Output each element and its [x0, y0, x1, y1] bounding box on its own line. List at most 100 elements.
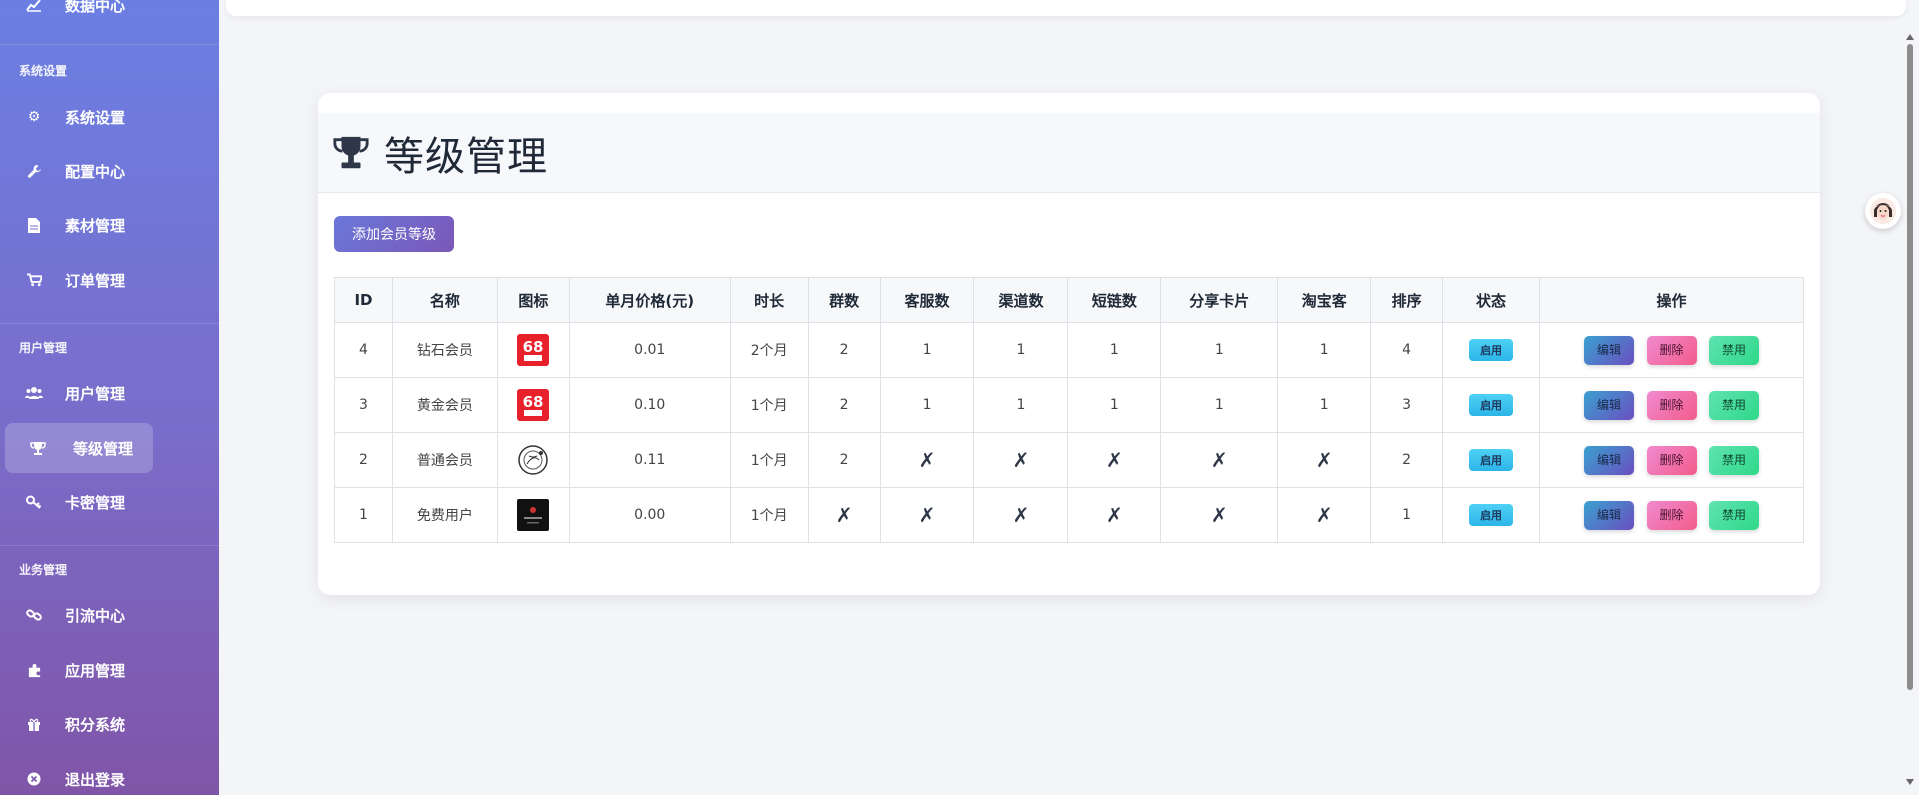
sidebar-item-label: 等级管理	[73, 439, 134, 458]
users-icon	[25, 384, 43, 402]
delete-button[interactable]: 删除	[1646, 390, 1697, 420]
sidebar-item-data-center[interactable]: 数据中心	[0, 0, 219, 30]
col-header-channels: 渠道数	[973, 277, 1069, 323]
cell-name: 普通会员	[391, 432, 498, 488]
edit-button[interactable]: 编辑	[1584, 335, 1635, 365]
disable-button[interactable]: 禁用	[1708, 390, 1759, 420]
sidebar-item-level-management[interactable]: 等级管理	[5, 423, 153, 473]
table-header-row: ID 名称 图标 单月价格(元) 时长 群数 客服数 渠道数 短链数 分享卡片 …	[334, 277, 1804, 323]
col-header-actions: 操作	[1539, 277, 1804, 323]
avatar[interactable]	[1865, 193, 1901, 229]
col-header-icon: 图标	[496, 277, 570, 323]
key-icon	[25, 493, 43, 511]
dark-square-icon	[517, 499, 550, 531]
cell-shortlinks: ✗	[1067, 432, 1162, 488]
cell-price: 0.10	[568, 377, 731, 433]
col-header-status: 状态	[1442, 277, 1541, 323]
cell-price: 0.00	[568, 487, 731, 543]
logout-icon	[25, 770, 43, 788]
trophy-icon	[29, 439, 47, 457]
cell-channels: ✗	[973, 432, 1069, 488]
sidebar-item-cards[interactable]: 卡密管理	[0, 477, 219, 527]
section-label-users: 用户管理	[19, 341, 68, 355]
link-icon	[25, 606, 43, 624]
cell-sort: 3	[1370, 377, 1444, 433]
cell-groups: 2	[807, 322, 881, 378]
col-header-share-cards: 分享卡片	[1160, 277, 1279, 323]
table-row: 2 普通会员 0.11 1个月 2 ✗ ✗ ✗ ✗ ✗ 2 启用 编辑 删除 禁…	[334, 432, 1804, 488]
cell-duration: 1个月	[729, 377, 809, 433]
disable-button[interactable]: 禁用	[1708, 445, 1759, 475]
status-badge: 启用	[1469, 394, 1514, 416]
cell-groups: 2	[807, 377, 881, 433]
level-table: ID 名称 图标 单月价格(元) 时长 群数 客服数 渠道数 短链数 分享卡片 …	[334, 277, 1804, 543]
cell-price: 0.11	[568, 432, 731, 488]
col-header-duration: 时长	[729, 277, 809, 323]
sidebar-item-config-center[interactable]: 配置中心	[0, 146, 219, 196]
table-row: 1 免费用户 0.00 1个月 ✗ ✗ ✗ ✗ ✗ ✗ 1 启用 编辑 删除 禁…	[334, 487, 1804, 543]
col-header-sort: 排序	[1370, 277, 1444, 323]
sidebar-item-system-settings[interactable]: ⚙ 系统设置	[0, 92, 219, 142]
file-icon	[25, 216, 43, 234]
sidebar-item-apps[interactable]: 应用管理	[0, 645, 219, 695]
cell-shortlinks: ✗	[1067, 487, 1162, 543]
sidebar-item-orders[interactable]: 订单管理	[0, 255, 219, 305]
cell-id: 4	[334, 322, 393, 378]
edit-button[interactable]: 编辑	[1584, 390, 1635, 420]
section-label-business: 业务管理	[19, 563, 68, 577]
level-management-card: 等级管理 添加会员等级 ID 名称 图标 单月价格(元) 时长 群数 客服数 渠…	[318, 93, 1820, 595]
cell-id: 3	[334, 377, 393, 433]
sidebar-item-label: 素材管理	[65, 216, 126, 235]
red-68-icon: 68	[517, 334, 550, 366]
cell-cards: 1	[1160, 377, 1279, 433]
sidebar-item-material[interactable]: 素材管理	[0, 200, 219, 250]
col-header-name: 名称	[391, 277, 498, 323]
sidebar-item-users[interactable]: 用户管理	[0, 368, 219, 418]
sidebar-item-label: 订单管理	[65, 271, 126, 290]
top-bar	[226, 0, 1906, 16]
sidebar-item-label: 卡密管理	[65, 493, 126, 512]
edit-button[interactable]: 编辑	[1584, 500, 1635, 530]
add-member-level-button[interactable]: 添加会员等级	[334, 216, 454, 252]
sidebar-item-logout[interactable]: 退出登录	[0, 754, 219, 795]
scrollbar-thumb[interactable]	[1907, 44, 1913, 690]
table-row: 3 黄金会员 68 0.10 1个月 2 1 1 1 1 1 3 启用 编辑 删…	[334, 377, 1804, 433]
trophy-icon	[333, 136, 369, 168]
cell-cs: ✗	[879, 432, 975, 488]
col-header-cs: 客服数	[879, 277, 975, 323]
col-header-groups: 群数	[807, 277, 881, 323]
scroll-down-arrow-icon[interactable]	[1906, 779, 1914, 785]
cell-name: 免费用户	[391, 487, 498, 543]
delete-button[interactable]: 删除	[1646, 335, 1697, 365]
chart-line-icon	[25, 0, 43, 14]
cell-groups: ✗	[807, 487, 881, 543]
disable-button[interactable]: 禁用	[1708, 335, 1759, 365]
section-label-system: 系统设置	[19, 64, 68, 78]
cell-channels: ✗	[973, 487, 1069, 543]
sidebar-item-label: 应用管理	[65, 661, 126, 680]
cell-taobao: 1	[1277, 377, 1372, 433]
col-header-taobao: 淘宝客	[1277, 277, 1372, 323]
cell-name: 黄金会员	[391, 377, 498, 433]
sidebar-item-label: 系统设置	[65, 108, 126, 127]
cell-cards: ✗	[1160, 487, 1279, 543]
red-68-icon: 68	[517, 389, 550, 421]
gift-icon	[25, 715, 43, 733]
svg-text:68: 68	[523, 393, 544, 411]
cell-channels: 1	[973, 322, 1069, 378]
cell-duration: 2个月	[729, 322, 809, 378]
page-title: 等级管理	[384, 133, 548, 180]
disable-button[interactable]: 禁用	[1708, 500, 1759, 530]
sketch-circle-icon	[518, 445, 549, 475]
edit-button[interactable]: 编辑	[1584, 445, 1635, 475]
scroll-up-arrow-icon[interactable]	[1906, 34, 1914, 40]
col-header-shortlinks: 短链数	[1067, 277, 1162, 323]
cell-taobao: ✗	[1277, 432, 1372, 488]
delete-button[interactable]: 删除	[1646, 445, 1697, 475]
sidebar-item-label: 用户管理	[65, 384, 126, 403]
status-badge: 启用	[1469, 339, 1514, 361]
sidebar-item-points[interactable]: 积分系统	[0, 699, 219, 749]
delete-button[interactable]: 删除	[1646, 500, 1697, 530]
gear-icon: ⚙	[27, 109, 41, 125]
sidebar-item-traffic[interactable]: 引流中心	[0, 590, 219, 640]
